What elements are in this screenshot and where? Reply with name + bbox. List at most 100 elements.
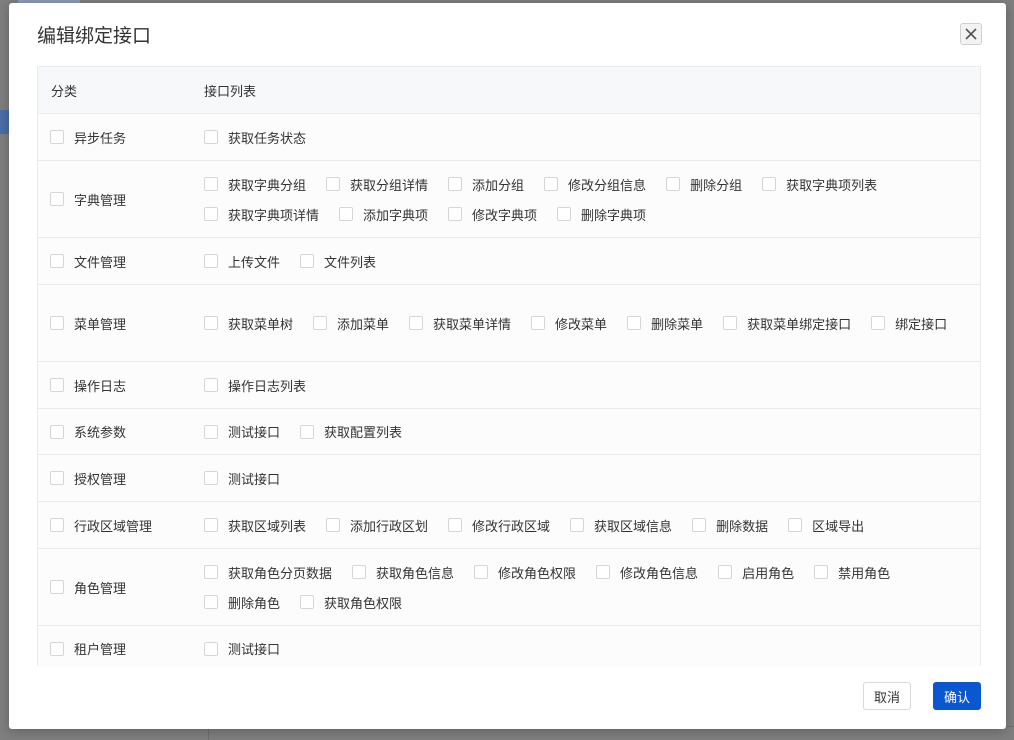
api-checkbox[interactable]: 测试接口 xyxy=(204,423,280,441)
category-checkbox[interactable]: 行政区域管理 xyxy=(38,516,204,535)
checkbox[interactable] xyxy=(204,378,218,392)
checkbox[interactable] xyxy=(300,424,315,439)
api-checkbox[interactable]: 测试接口 xyxy=(204,470,280,488)
checkbox[interactable] xyxy=(50,518,64,532)
api-checkbox[interactable]: 操作日志列表 xyxy=(204,377,306,395)
checkbox[interactable] xyxy=(531,316,546,330)
checkbox[interactable] xyxy=(50,316,64,330)
api-checkbox[interactable]: 获取菜单树 xyxy=(204,315,293,333)
api-checkbox[interactable]: 获取字典项详情 xyxy=(204,206,319,224)
api-checkbox[interactable]: 修改字典项 xyxy=(448,206,537,224)
api-checkbox[interactable]: 获取字典分组 xyxy=(204,176,306,194)
api-checkbox[interactable]: 删除角色 xyxy=(204,594,280,612)
checkbox[interactable] xyxy=(50,192,64,206)
api-checkbox[interactable]: 获取区域信息 xyxy=(570,517,672,535)
checkbox[interactable] xyxy=(204,565,218,579)
checkbox[interactable] xyxy=(326,518,341,532)
checkbox[interactable] xyxy=(666,177,681,191)
checkbox[interactable] xyxy=(50,378,64,392)
api-checkbox[interactable]: 删除数据 xyxy=(692,517,768,535)
api-binding-table[interactable]: 分类 接口列表 异步任务 获取任务状态 字典管理 获取字典分组 获取分组详情 添加分组 修改… xyxy=(37,66,981,666)
api-checkbox[interactable]: 启用角色 xyxy=(718,564,794,582)
checkbox[interactable] xyxy=(300,254,315,268)
checkbox[interactable] xyxy=(723,316,738,330)
api-checkbox[interactable]: 获取菜单绑定接口 xyxy=(723,315,851,333)
api-checkbox[interactable]: 获取区域列表 xyxy=(204,517,306,535)
cancel-button[interactable]: 取消 xyxy=(863,682,911,710)
api-checkbox[interactable]: 添加行政区划 xyxy=(326,517,428,535)
checkbox[interactable] xyxy=(50,254,64,268)
api-checkbox[interactable]: 获取字典项列表 xyxy=(762,176,877,194)
api-checkbox[interactable]: 添加字典项 xyxy=(339,206,428,224)
api-checkbox[interactable]: 获取菜单详情 xyxy=(409,315,511,333)
checkbox[interactable] xyxy=(204,316,218,330)
api-checkbox[interactable]: 添加菜单 xyxy=(313,315,389,333)
api-checkbox[interactable]: 添加分组 xyxy=(448,176,524,194)
checkbox[interactable] xyxy=(814,565,829,579)
api-checkbox[interactable]: 获取任务状态 xyxy=(204,129,306,147)
checkbox[interactable] xyxy=(50,130,64,144)
close-button[interactable] xyxy=(960,23,982,45)
checkbox[interactable] xyxy=(692,518,707,532)
checkbox[interactable] xyxy=(204,207,218,221)
checkbox[interactable] xyxy=(204,254,218,268)
checkbox[interactable] xyxy=(448,518,463,532)
category-checkbox[interactable]: 文件管理 xyxy=(38,252,204,271)
confirm-button[interactable]: 确认 xyxy=(933,682,981,710)
category-checkbox[interactable]: 菜单管理 xyxy=(38,314,204,333)
checkbox[interactable] xyxy=(596,565,611,579)
checkbox[interactable] xyxy=(339,207,354,221)
api-checkbox[interactable]: 获取角色分页数据 xyxy=(204,564,332,582)
checkbox[interactable] xyxy=(871,316,886,330)
api-checkbox[interactable]: 修改角色权限 xyxy=(474,564,576,582)
checkbox[interactable] xyxy=(718,565,733,579)
checkbox[interactable] xyxy=(409,316,424,330)
checkbox[interactable] xyxy=(50,424,64,439)
checkbox[interactable] xyxy=(204,177,218,191)
checkbox[interactable] xyxy=(352,565,367,579)
checkbox[interactable] xyxy=(300,595,315,609)
checkbox[interactable] xyxy=(474,565,489,579)
api-checkbox[interactable]: 禁用角色 xyxy=(814,564,890,582)
api-checkbox[interactable]: 测试接口 xyxy=(204,640,280,658)
checkbox[interactable] xyxy=(204,471,218,485)
category-checkbox[interactable]: 系统参数 xyxy=(38,422,204,441)
checkbox[interactable] xyxy=(204,518,218,532)
checkbox[interactable] xyxy=(50,580,64,594)
checkbox[interactable] xyxy=(204,424,218,439)
api-checkbox[interactable]: 修改行政区域 xyxy=(448,517,550,535)
checkbox[interactable] xyxy=(570,518,585,532)
api-checkbox[interactable]: 区域导出 xyxy=(788,517,864,535)
checkbox[interactable] xyxy=(204,130,218,144)
api-checkbox[interactable]: 文件列表 xyxy=(300,253,376,271)
checkbox[interactable] xyxy=(50,641,64,656)
category-checkbox[interactable]: 授权管理 xyxy=(38,469,204,488)
checkbox[interactable] xyxy=(448,207,463,221)
checkbox[interactable] xyxy=(204,641,218,656)
category-checkbox[interactable]: 操作日志 xyxy=(38,376,204,395)
checkbox[interactable] xyxy=(448,177,463,191)
checkbox[interactable] xyxy=(557,207,572,221)
checkbox[interactable] xyxy=(762,177,777,191)
api-checkbox[interactable]: 获取角色信息 xyxy=(352,564,454,582)
api-checkbox[interactable]: 获取配置列表 xyxy=(300,423,402,441)
checkbox[interactable] xyxy=(326,177,341,191)
checkbox[interactable] xyxy=(313,316,328,330)
checkbox[interactable] xyxy=(544,177,559,191)
api-checkbox[interactable]: 绑定接口 xyxy=(871,315,947,333)
api-checkbox[interactable]: 删除菜单 xyxy=(627,315,703,333)
category-checkbox[interactable]: 角色管理 xyxy=(38,578,204,597)
api-checkbox[interactable]: 修改角色信息 xyxy=(596,564,698,582)
checkbox[interactable] xyxy=(204,595,218,609)
api-checkbox[interactable]: 删除字典项 xyxy=(557,206,646,224)
api-checkbox[interactable]: 删除分组 xyxy=(666,176,742,194)
api-checkbox[interactable]: 获取角色权限 xyxy=(300,594,402,612)
api-checkbox[interactable]: 上传文件 xyxy=(204,253,280,271)
api-checkbox[interactable]: 获取分组详情 xyxy=(326,176,428,194)
category-checkbox[interactable]: 字典管理 xyxy=(38,190,204,209)
category-checkbox[interactable]: 异步任务 xyxy=(38,128,204,147)
checkbox[interactable] xyxy=(50,471,64,485)
api-checkbox[interactable]: 修改菜单 xyxy=(531,315,607,333)
api-checkbox[interactable]: 修改分组信息 xyxy=(544,176,646,194)
checkbox[interactable] xyxy=(627,316,642,330)
